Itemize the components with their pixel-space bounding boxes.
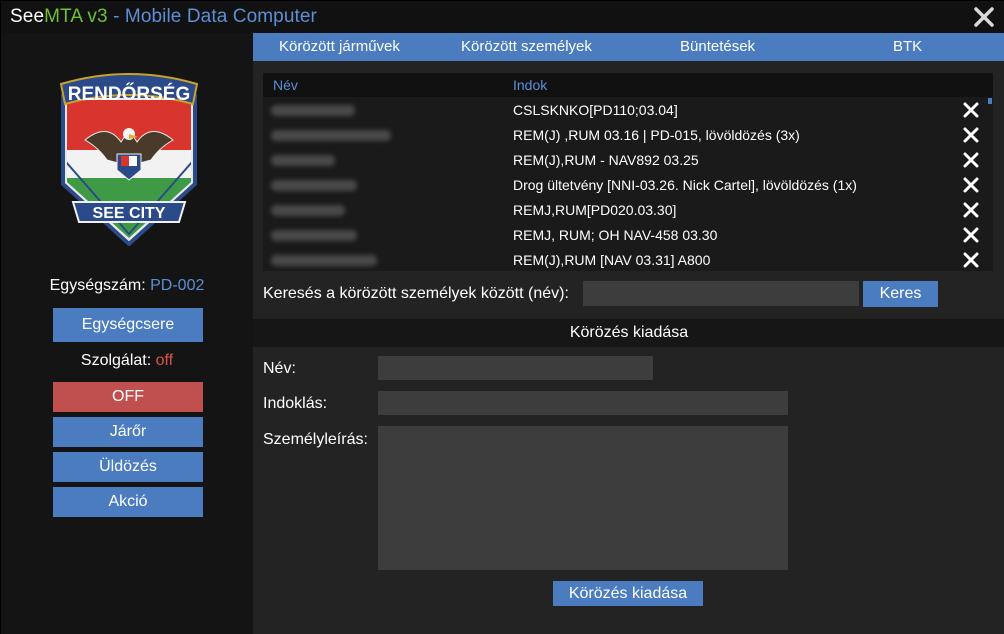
name-input[interactable] [378,356,653,380]
status-action-button[interactable]: Akció [53,487,203,517]
table-header: Név Indok [263,73,993,97]
column-header-reason: Indok [513,77,548,93]
row-reason: REM(J) ,RUM 03.16 | PD-015, lövöldözés (… [513,127,800,143]
duty-status-row: Szolgálat: off [1,352,253,370]
redacted-name [271,205,345,216]
delete-icon[interactable] [963,202,979,218]
close-icon [974,7,994,27]
badge-top-text: RENDŐRSÉG [68,83,190,105]
row-reason: CSLSKNKO[PD110;03.04] [513,102,678,118]
title-rest: - Mobile Data Computer [107,6,317,27]
row-reason: Drog ültetvény [NNI-03.26. Nick Cartel],… [513,177,857,193]
delete-icon[interactable] [963,152,979,168]
column-header-name: Név [273,77,298,93]
tab-wanted-vehicles[interactable]: Körözött járművek [279,33,400,61]
redacted-name [271,255,377,266]
tab-btk[interactable]: BTK [893,33,922,61]
redacted-name [271,230,357,241]
search-button[interactable]: Keres [863,281,938,307]
sidebar: RENDŐRSÉG SEE CITY Egységszám: PD-002 Eg… [1,33,253,634]
delete-icon[interactable] [963,252,979,268]
table-row[interactable]: REM(J),RUM [NAV 03.31] A800 [263,248,985,273]
unit-number-row: Egységszám: PD-002 [1,277,253,295]
wanted-persons-table: Név Indok CSLSKNKO[PD110;03.04] REM(J) ,… [263,73,993,271]
badge-bottom-text: SEE CITY [93,205,166,222]
table-row[interactable]: Drog ültetvény [NNI-03.26. Nick Cartel],… [263,173,985,198]
row-reason: REMJ,RUM[PD020.03.30] [513,202,677,218]
description-textarea[interactable] [378,426,788,570]
issue-warrant-section-title: Körözés kiadása [253,319,1004,347]
table-row[interactable]: REM(J) ,RUM 03.16 | PD-015, lövöldözés (… [263,123,985,148]
police-badge-logo: RENDŐRSÉG SEE CITY [59,73,199,246]
delete-icon[interactable] [963,127,979,143]
status-patrol-button[interactable]: Járőr [53,417,203,447]
reason-input[interactable] [378,391,788,415]
table-scrollbar[interactable] [988,98,992,104]
mdc-window: SeeMTA v3 - Mobile Data Computer RENDŐRS… [0,0,1004,634]
table-row[interactable]: REM(J),RUM - NAV892 03.25 [263,148,985,173]
name-label: Név: [263,360,296,377]
redacted-name [271,155,335,166]
redacted-name [271,180,357,191]
tab-wanted-persons[interactable]: Körözött személyek [461,33,592,61]
table-row[interactable]: REMJ, RUM; OH NAV-458 03.30 [263,223,985,248]
issue-warrant-button[interactable]: Körözés kiadása [553,581,703,606]
row-reason: REMJ, RUM; OH NAV-458 03.30 [513,227,718,243]
status-off-button[interactable]: OFF [53,382,203,412]
delete-icon[interactable] [963,227,979,243]
redacted-name [271,105,355,116]
delete-icon[interactable] [963,102,979,118]
redacted-name [271,130,391,141]
main-panel: Körözött járművek Körözött személyek Bün… [253,33,1004,634]
title-mta: MTA v3 [44,6,108,27]
description-label: Személyleírás: [263,431,368,448]
table-row[interactable]: CSLSKNKO[PD110;03.04] [263,98,985,123]
reason-label: Indoklás: [263,395,328,412]
duty-value: off [155,352,174,369]
search-input[interactable] [583,281,859,306]
unit-number-value: PD-002 [150,277,205,294]
row-reason: REM(J),RUM [NAV 03.31] A800 [513,252,711,268]
tab-bar: Körözött járművek Körözött személyek Bün… [253,33,1004,61]
change-unit-button[interactable]: Egységcsere [53,308,203,342]
window-title: SeeMTA v3 - Mobile Data Computer [10,6,317,28]
duty-label: Szolgálat: [80,352,156,369]
tab-fines[interactable]: Büntetések [680,33,755,61]
delete-icon[interactable] [963,177,979,193]
unit-number-label: Egységszám: [49,277,151,294]
status-pursuit-button[interactable]: Üldözés [53,452,203,482]
title-bar: SeeMTA v3 - Mobile Data Computer [1,1,1004,33]
title-see: See [10,6,45,27]
search-label: Keresés a körözött személyek között (név… [263,285,569,302]
close-button[interactable] [971,4,997,30]
table-row[interactable]: REMJ,RUM[PD020.03.30] [263,198,985,223]
row-reason: REM(J),RUM - NAV892 03.25 [513,152,699,168]
